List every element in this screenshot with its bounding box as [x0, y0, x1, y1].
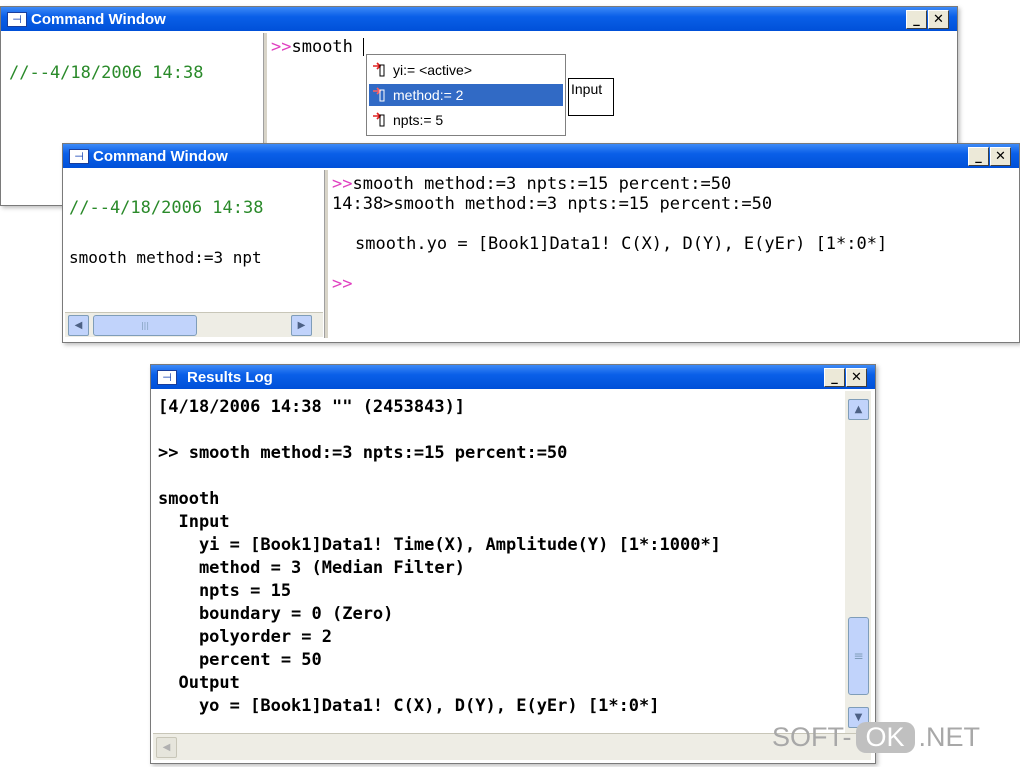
window-title: Results Log [187, 369, 273, 386]
parameter-icon [373, 87, 385, 102]
command-input[interactable]: smooth [291, 37, 363, 57]
pin-icon[interactable]: ⊣ [69, 149, 89, 164]
autocomplete-label: npts:= 5 [393, 112, 444, 128]
autocomplete-list[interactable]: yi:= <active> method:= 2 npts:= 5 [366, 54, 566, 136]
history-date: //--4/18/2006 14:38 [9, 63, 204, 83]
log-line: method = 3 (Median Filter) [158, 558, 466, 578]
pin-icon[interactable]: ⊣ [7, 12, 27, 27]
autocomplete-item[interactable]: yi:= <active> [369, 59, 563, 81]
log-line: [4/18/2006 14:38 "" (2453843)] [158, 397, 466, 417]
parameter-icon [373, 112, 385, 127]
log-line: smooth [158, 489, 220, 509]
scroll-up-button[interactable]: ▲ [848, 399, 869, 420]
title-bar[interactable]: ⊣ Results Log _ ✕ [151, 365, 875, 389]
command-output-line: smooth.yo = [Book1]Data1! C(X), D(Y), E(… [355, 234, 888, 254]
command-echo: >>smooth method:=3 npts:=15 percent:=50 [332, 174, 731, 194]
history-date: //--4/18/2006 14:38 [69, 198, 264, 218]
window-title: Command Window [31, 11, 166, 28]
watermark-logo: SOFT- OK .NET [772, 722, 980, 762]
autocomplete-label: yi:= <active> [393, 62, 472, 78]
log-line: Input [158, 512, 230, 532]
title-bar[interactable]: ⊣ Command Window _ ✕ [63, 144, 1019, 168]
log-line: yi = [Book1]Data1! Time(X), Amplitude(Y)… [158, 535, 721, 555]
minimize-button[interactable]: _ [968, 147, 989, 166]
results-log-window: ⊣ Results Log _ ✕ [4/18/2006 14:38 "" (2… [150, 364, 876, 764]
scroll-left-button[interactable]: ◀ [68, 315, 89, 336]
command-line[interactable]: >>smooth [271, 37, 365, 57]
text-cursor [363, 38, 365, 56]
scroll-thumb[interactable]: ≡ [848, 617, 869, 695]
active-prompt[interactable]: >> [332, 274, 352, 294]
watermark-soft: SOFT- [772, 722, 852, 752]
autocomplete-label: method:= 2 [393, 87, 464, 103]
autocomplete-item-selected[interactable]: method:= 2 [369, 84, 563, 106]
pin-icon[interactable]: ⊣ [157, 370, 177, 385]
autocomplete-tooltip: Input [568, 78, 614, 116]
log-line: npts = 15 [158, 581, 292, 601]
log-vertical-scrollbar[interactable]: ▲ ≡ ▼ [845, 391, 871, 733]
close-button[interactable]: ✕ [928, 10, 949, 29]
history-command[interactable]: smooth method:=3 npt [69, 248, 262, 267]
history-pane[interactable]: //--4/18/2006 14:38 smooth method:=3 npt… [65, 170, 323, 338]
scroll-right-button[interactable]: ▶ [291, 315, 312, 336]
watermark-ok: OK [855, 722, 915, 753]
history-horizontal-scrollbar[interactable]: ◀ ||| ▶ [65, 312, 323, 337]
title-bar[interactable]: ⊣ Command Window _ ✕ [1, 7, 957, 31]
scroll-thumb[interactable]: ||| [93, 315, 197, 336]
prompt: >> [271, 37, 292, 57]
autocomplete-item[interactable]: npts:= 5 [369, 109, 563, 131]
window-title: Command Window [93, 148, 228, 165]
log-horizontal-scrollbar[interactable]: ◀ [153, 733, 871, 760]
minimize-button[interactable]: _ [906, 10, 927, 29]
log-line: >> smooth method:=3 npts:=15 percent:=50 [158, 443, 568, 463]
command-pane[interactable]: >>smooth method:=3 npts:=15 percent:=50 … [328, 170, 1017, 338]
command-text: smooth method:=3 npts:=15 percent:=50 [352, 174, 732, 194]
minimize-button[interactable]: _ [824, 368, 845, 387]
scroll-left-button[interactable]: ◀ [156, 737, 177, 758]
parameter-icon [373, 62, 385, 77]
watermark-net: .NET [918, 722, 981, 752]
command-window-front: ⊣ Command Window _ ✕ //--4/18/2006 14:38… [62, 143, 1020, 343]
log-line: boundary = 0 (Zero) [158, 604, 394, 624]
log-line: percent = 50 [158, 650, 322, 670]
prompt: >> [332, 174, 353, 194]
log-line: polyorder = 2 [158, 627, 332, 647]
close-button[interactable]: ✕ [846, 368, 867, 387]
close-button[interactable]: ✕ [990, 147, 1011, 166]
log-line: Output [158, 673, 240, 693]
command-output-line: 14:38>smooth method:=3 npts:=15 percent:… [332, 194, 773, 214]
log-content[interactable]: [4/18/2006 14:38 "" (2453843)] >> smooth… [153, 391, 845, 733]
log-line: yo = [Book1]Data1! C(X), D(Y), E(yEr) [1… [158, 696, 660, 716]
